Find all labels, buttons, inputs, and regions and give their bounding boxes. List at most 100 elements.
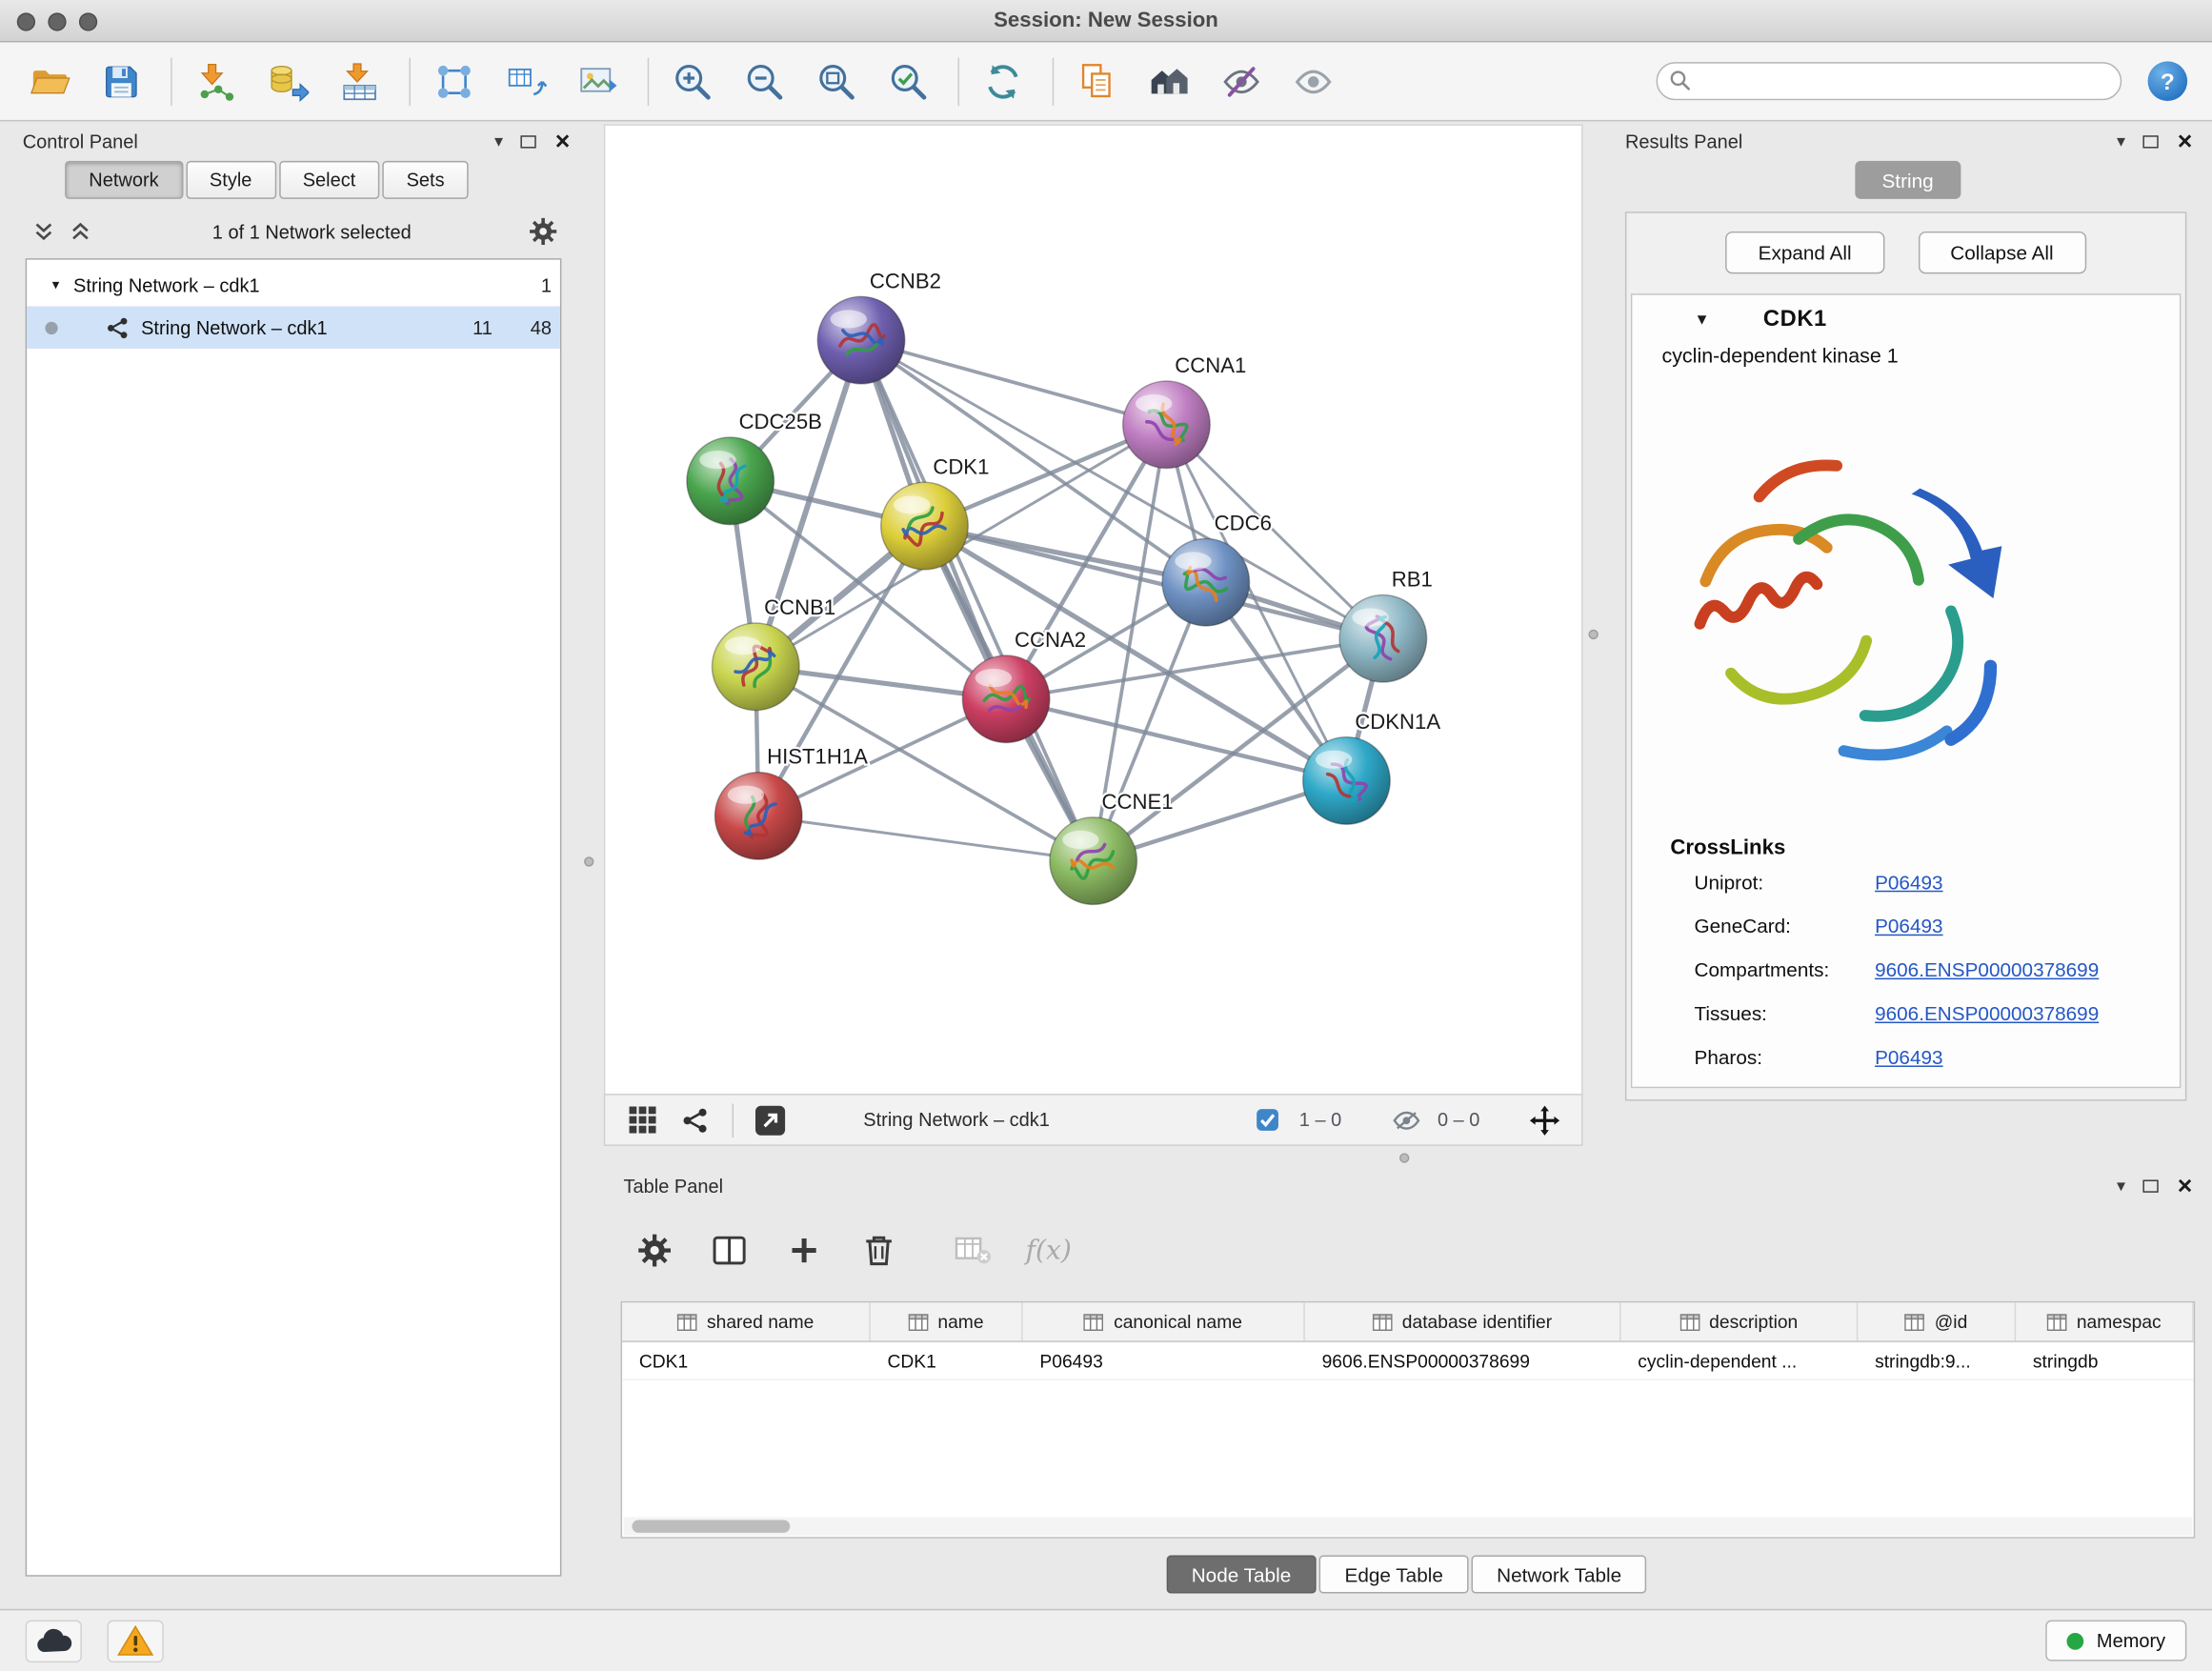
network-node-cdk1[interactable] <box>881 482 969 570</box>
network-edge[interactable] <box>861 340 1166 425</box>
close-panel-icon[interactable]: × <box>555 129 571 154</box>
memory-button[interactable]: Memory <box>2046 1621 2187 1661</box>
close-panel-icon[interactable]: × <box>2178 1173 2193 1198</box>
tab-node-table[interactable]: Node Table <box>1166 1556 1317 1594</box>
open-session-button[interactable] <box>23 51 76 111</box>
float-panel-icon[interactable]: ▾ <box>494 132 503 150</box>
zoom-selected-button[interactable] <box>882 51 935 111</box>
expand-all-button[interactable]: Expand All <box>1726 232 1884 273</box>
crosslink-value-link[interactable]: 9606.ENSP00000378699 <box>1875 957 2099 980</box>
search-input[interactable] <box>1657 62 2122 100</box>
tab-network[interactable]: Network <box>65 161 183 199</box>
crosslink-value-link[interactable]: P06493 <box>1875 870 1942 893</box>
grid-view-icon[interactable] <box>622 1100 661 1139</box>
network-node-cdc6[interactable] <box>1162 538 1250 626</box>
network-options-gear-button[interactable] <box>525 214 562 249</box>
network-row[interactable]: String Network – cdk11148 <box>27 306 560 348</box>
column-header-namespac[interactable]: namespac <box>2016 1302 2194 1340</box>
close-window-button[interactable] <box>17 12 35 30</box>
tree-expand-all-button[interactable] <box>62 214 99 249</box>
splitter-handle-icon[interactable] <box>1588 630 1598 639</box>
table-row[interactable]: CDK1CDK1P064939606.ENSP00000378699cyclin… <box>622 1342 2194 1380</box>
network-node-ccna2[interactable] <box>962 655 1050 743</box>
add-column-button[interactable] <box>781 1228 826 1273</box>
horizontal-scrollbar[interactable] <box>624 1518 2193 1536</box>
crosslink-value-link[interactable]: P06493 <box>1875 914 1942 936</box>
tree-expander-icon[interactable]: ▾ <box>52 277 59 292</box>
network-edge[interactable] <box>924 526 1382 638</box>
fit-crosshair-icon[interactable] <box>1525 1100 1564 1139</box>
tab-network-table[interactable]: Network Table <box>1472 1556 1647 1594</box>
home-views-button[interactable] <box>1143 51 1196 111</box>
tab-string[interactable]: String <box>1855 161 1960 199</box>
float-panel-icon[interactable]: ▾ <box>2117 1178 2125 1195</box>
network-edge[interactable] <box>861 340 1094 861</box>
network-node-ccna1[interactable] <box>1123 381 1211 469</box>
show-columns-button[interactable] <box>707 1228 752 1273</box>
crosslink-value-link[interactable]: P06493 <box>1875 1045 1942 1068</box>
network-node-cdkn1a[interactable] <box>1303 737 1391 825</box>
zoom-fit-button[interactable] <box>810 51 863 111</box>
network-from-selection-button[interactable] <box>428 51 481 111</box>
network-node-rb1[interactable] <box>1339 594 1427 682</box>
refresh-view-button[interactable] <box>976 51 1030 111</box>
function-builder-button[interactable]: f(x) <box>1026 1228 1072 1273</box>
control-panel-title: Control Panel <box>23 131 138 151</box>
maximize-panel-icon[interactable] <box>2143 134 2159 147</box>
network-collection-row[interactable]: ▾String Network – cdk11 <box>27 264 560 306</box>
delete-table-button[interactable] <box>951 1228 995 1273</box>
copy-document-button[interactable] <box>1071 51 1124 111</box>
column-header-name[interactable]: name <box>871 1302 1023 1340</box>
import-table-from-file-button[interactable] <box>332 51 386 111</box>
zoom-in-button[interactable] <box>666 51 719 111</box>
tab-edge-table[interactable]: Edge Table <box>1319 1556 1469 1594</box>
crosslink-value-link[interactable]: 9606.ENSP00000378699 <box>1875 1001 2099 1024</box>
network-node-ccnb1[interactable] <box>713 623 800 711</box>
table-options-gear-button[interactable] <box>632 1228 676 1273</box>
network-node-cdc25b[interactable] <box>687 437 774 525</box>
column-header-database-identifier[interactable]: database identifier <box>1305 1302 1621 1340</box>
column-header--id[interactable]: @id <box>1858 1302 2016 1340</box>
float-panel-icon[interactable]: ▾ <box>2117 132 2125 150</box>
network-node-hist1h1a[interactable] <box>714 773 802 860</box>
maximize-panel-icon[interactable] <box>521 134 536 147</box>
network-edge[interactable] <box>758 815 1093 860</box>
export-image-button[interactable] <box>572 51 625 111</box>
tab-sets[interactable]: Sets <box>382 161 468 199</box>
zoom-out-button[interactable] <box>737 51 791 111</box>
warnings-button[interactable] <box>108 1620 164 1661</box>
import-network-from-database-button[interactable] <box>261 51 314 111</box>
collapse-all-button[interactable]: Collapse All <box>1918 232 2085 273</box>
tree-collapse-all-button[interactable] <box>26 214 63 249</box>
hidden-eye-slash-icon[interactable] <box>1387 1100 1426 1139</box>
tab-select[interactable]: Select <box>279 161 380 199</box>
network-canvas[interactable]: CCNB2CCNA1CDC25BCDK1CDC6RB1CCNB1CCNA2CDK… <box>605 126 1581 1094</box>
collapse-section-icon[interactable]: ▼ <box>1695 312 1710 329</box>
network-node-ccne1[interactable] <box>1050 817 1137 905</box>
cloud-status-button[interactable] <box>26 1620 82 1661</box>
delete-column-button[interactable] <box>856 1228 901 1273</box>
splitter-handle-icon[interactable] <box>584 856 593 866</box>
help-button[interactable]: ? <box>2144 58 2189 103</box>
zoom-window-button[interactable] <box>79 12 97 30</box>
selected-checkbox-icon[interactable] <box>1248 1100 1287 1139</box>
network-node-ccnb2[interactable] <box>817 296 905 384</box>
save-session-button[interactable] <box>94 51 148 111</box>
column-header-shared-name[interactable]: shared name <box>622 1302 871 1340</box>
close-panel-icon[interactable]: × <box>2178 129 2193 154</box>
tab-style[interactable]: Style <box>186 161 276 199</box>
column-header-canonical-name[interactable]: canonical name <box>1023 1302 1305 1340</box>
import-network-from-file-button[interactable] <box>189 51 242 111</box>
export-network-button[interactable] <box>499 51 553 111</box>
minimize-window-button[interactable] <box>48 12 66 30</box>
network-view[interactable]: CCNB2CCNA1CDC25BCDK1CDC6RB1CCNB1CCNA2CDK… <box>604 124 1583 1094</box>
scrollbar-thumb[interactable] <box>632 1520 790 1532</box>
show-items-button[interactable] <box>1287 51 1340 111</box>
open-in-new-window-icon[interactable] <box>751 1100 790 1139</box>
column-header-description[interactable]: description <box>1621 1302 1859 1340</box>
splitter-handle-icon[interactable] <box>1399 1153 1409 1162</box>
maximize-panel-icon[interactable] <box>2143 1179 2159 1192</box>
hide-items-button[interactable] <box>1215 51 1268 111</box>
network-share-icon[interactable] <box>675 1100 714 1139</box>
column-type-icon <box>1373 1313 1393 1330</box>
